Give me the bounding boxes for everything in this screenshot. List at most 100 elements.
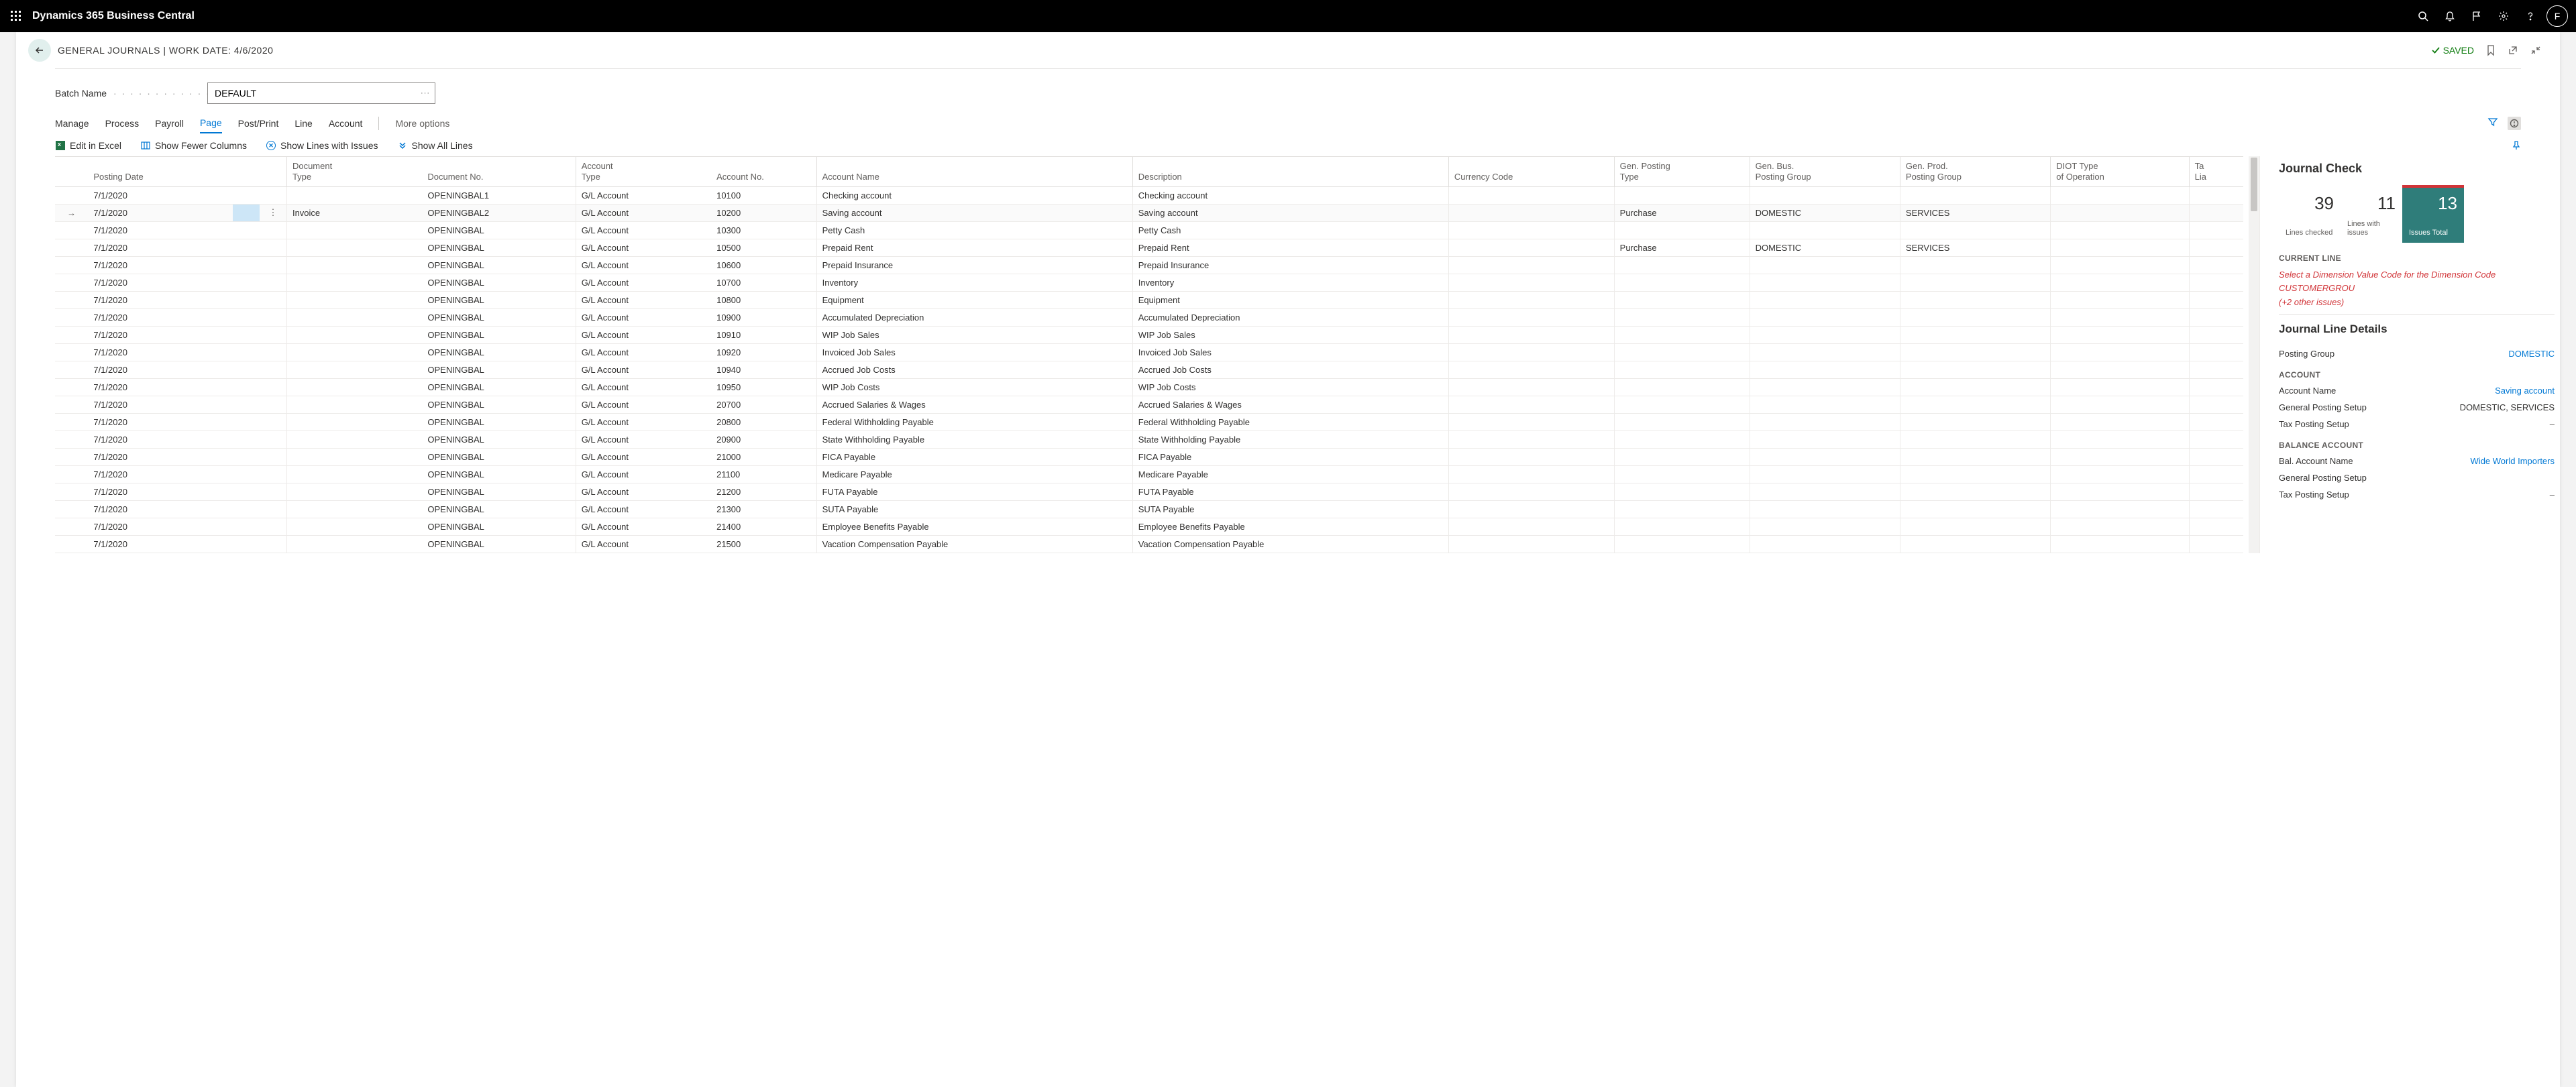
cell-currency[interactable] bbox=[1448, 221, 1614, 239]
cell-acc-type[interactable]: G/L Account bbox=[576, 256, 711, 274]
cell-gpt[interactable] bbox=[1614, 431, 1750, 448]
cell-posting-date[interactable]: 7/1/2020 bbox=[88, 256, 232, 274]
factbox-toggle-icon[interactable] bbox=[2508, 117, 2521, 130]
cell-currency[interactable] bbox=[1448, 204, 1614, 221]
cell-doc-type[interactable] bbox=[286, 256, 422, 274]
cell-taxlia[interactable] bbox=[2189, 239, 2243, 256]
cell-gbpg[interactable]: DOMESTIC bbox=[1750, 239, 1900, 256]
edit-in-excel-action[interactable]: Edit in Excel bbox=[55, 140, 121, 151]
row-menu-icon[interactable] bbox=[260, 413, 286, 431]
cell-currency[interactable] bbox=[1448, 326, 1614, 343]
cell-doc-no[interactable]: OPENINGBAL bbox=[422, 483, 576, 500]
table-row[interactable]: 7/1/2020OPENINGBALG/L Account21400Employ… bbox=[55, 518, 2243, 535]
cell-acc-name[interactable]: Checking account bbox=[816, 186, 1132, 204]
cell-acc-no[interactable]: 10300 bbox=[711, 221, 816, 239]
cell-acc-no[interactable]: 21500 bbox=[711, 535, 816, 553]
cell-desc[interactable]: Accrued Salaries & Wages bbox=[1132, 396, 1448, 413]
cell-acc-no[interactable]: 21000 bbox=[711, 448, 816, 465]
cell-posting-date[interactable]: 7/1/2020 bbox=[88, 326, 232, 343]
notifications-icon[interactable] bbox=[2436, 0, 2463, 32]
cell-desc[interactable]: Petty Cash bbox=[1132, 221, 1448, 239]
table-row[interactable]: 7/1/2020OPENINGBALG/L Account10500Prepai… bbox=[55, 239, 2243, 256]
cell-acc-name[interactable]: FICA Payable bbox=[816, 448, 1132, 465]
cell-taxlia[interactable] bbox=[2189, 221, 2243, 239]
cell-taxlia[interactable] bbox=[2189, 448, 2243, 465]
cell-taxlia[interactable] bbox=[2189, 535, 2243, 553]
cell-doc-no[interactable]: OPENINGBAL bbox=[422, 431, 576, 448]
cell-gbpg[interactable] bbox=[1750, 291, 1900, 308]
cell-posting-date[interactable]: 7/1/2020 bbox=[88, 239, 232, 256]
table-row[interactable]: 7/1/2020OPENINGBALG/L Account10600Prepai… bbox=[55, 256, 2243, 274]
row-menu-icon[interactable] bbox=[260, 308, 286, 326]
cell-acc-name[interactable]: Federal Withholding Payable bbox=[816, 413, 1132, 431]
cell-gpt[interactable] bbox=[1614, 535, 1750, 553]
table-row[interactable]: 7/1/2020OPENINGBALG/L Account21300SUTA P… bbox=[55, 500, 2243, 518]
posting-group-value[interactable]: DOMESTIC bbox=[2508, 349, 2555, 359]
bal-account-name-value[interactable]: Wide World Importers bbox=[2471, 456, 2555, 466]
cell-desc[interactable]: Federal Withholding Payable bbox=[1132, 413, 1448, 431]
cell-posting-date[interactable]: 7/1/2020 bbox=[88, 396, 232, 413]
cell-gpt[interactable] bbox=[1614, 274, 1750, 291]
cell-desc[interactable]: Checking account bbox=[1132, 186, 1448, 204]
cell-gppg[interactable] bbox=[1900, 518, 2050, 535]
back-button[interactable] bbox=[28, 39, 51, 62]
cell-doc-no[interactable]: OPENINGBAL bbox=[422, 274, 576, 291]
cell-doc-no[interactable]: OPENINGBAL1 bbox=[422, 186, 576, 204]
cell-gppg[interactable] bbox=[1900, 465, 2050, 483]
table-row[interactable]: 7/1/2020OPENINGBALG/L Account10950WIP Jo… bbox=[55, 378, 2243, 396]
cell-acc-name[interactable]: Prepaid Rent bbox=[816, 239, 1132, 256]
cell-doc-no[interactable]: OPENINGBAL bbox=[422, 518, 576, 535]
cell-diot[interactable] bbox=[2051, 308, 2189, 326]
cell-acc-name[interactable]: Accrued Job Costs bbox=[816, 361, 1132, 378]
cell-acc-no[interactable]: 10500 bbox=[711, 239, 816, 256]
cell-taxlia[interactable] bbox=[2189, 256, 2243, 274]
cell-acc-type[interactable]: G/L Account bbox=[576, 396, 711, 413]
cell-acc-type[interactable]: G/L Account bbox=[576, 291, 711, 308]
cell-gppg[interactable] bbox=[1900, 221, 2050, 239]
row-select[interactable] bbox=[233, 186, 260, 204]
cell-acc-no[interactable]: 21400 bbox=[711, 518, 816, 535]
cell-gppg[interactable] bbox=[1900, 361, 2050, 378]
cell-doc-type[interactable] bbox=[286, 431, 422, 448]
cell-acc-type[interactable]: G/L Account bbox=[576, 204, 711, 221]
cell-taxlia[interactable] bbox=[2189, 274, 2243, 291]
cell-diot[interactable] bbox=[2051, 343, 2189, 361]
cell-posting-date[interactable]: 7/1/2020 bbox=[88, 204, 232, 221]
cell-doc-no[interactable]: OPENINGBAL bbox=[422, 291, 576, 308]
cell-doc-type[interactable] bbox=[286, 343, 422, 361]
row-menu-icon[interactable] bbox=[260, 465, 286, 483]
cell-doc-type[interactable] bbox=[286, 396, 422, 413]
col-currency[interactable]: Currency Code bbox=[1448, 157, 1614, 186]
cell-gbpg[interactable] bbox=[1750, 518, 1900, 535]
cell-desc[interactable]: Invoiced Job Sales bbox=[1132, 343, 1448, 361]
cell-gbpg[interactable] bbox=[1750, 378, 1900, 396]
flag-icon[interactable] bbox=[2463, 0, 2490, 32]
cell-acc-name[interactable]: FUTA Payable bbox=[816, 483, 1132, 500]
cell-gbpg[interactable] bbox=[1750, 413, 1900, 431]
row-menu-icon[interactable] bbox=[260, 518, 286, 535]
cell-gppg[interactable] bbox=[1900, 396, 2050, 413]
cell-acc-no[interactable]: 10700 bbox=[711, 274, 816, 291]
cell-gpt[interactable] bbox=[1614, 465, 1750, 483]
batch-name-input[interactable] bbox=[207, 82, 435, 104]
cell-gppg[interactable] bbox=[1900, 291, 2050, 308]
cell-acc-name[interactable]: SUTA Payable bbox=[816, 500, 1132, 518]
cell-diot[interactable] bbox=[2051, 239, 2189, 256]
cell-acc-no[interactable]: 10910 bbox=[711, 326, 816, 343]
table-row[interactable]: 7/1/2020OPENINGBALG/L Account10700Invent… bbox=[55, 274, 2243, 291]
cell-doc-no[interactable]: OPENINGBAL bbox=[422, 256, 576, 274]
row-select[interactable] bbox=[233, 500, 260, 518]
cell-gbpg[interactable] bbox=[1750, 483, 1900, 500]
pin-icon[interactable] bbox=[2512, 141, 2521, 150]
batch-lookup-icon[interactable]: ··· bbox=[421, 89, 430, 97]
cell-gpt[interactable] bbox=[1614, 308, 1750, 326]
col-menu[interactable] bbox=[260, 157, 286, 186]
menu-process[interactable]: Process bbox=[105, 114, 140, 133]
row-menu-icon[interactable] bbox=[260, 326, 286, 343]
table-row[interactable]: 7/1/2020OPENINGBALG/L Account21500Vacati… bbox=[55, 535, 2243, 553]
cell-doc-type[interactable] bbox=[286, 186, 422, 204]
cell-posting-date[interactable]: 7/1/2020 bbox=[88, 221, 232, 239]
cell-acc-no[interactable]: 10600 bbox=[711, 256, 816, 274]
cell-acc-no[interactable]: 21200 bbox=[711, 483, 816, 500]
table-row[interactable]: 7/1/2020OPENINGBALG/L Account10910WIP Jo… bbox=[55, 326, 2243, 343]
